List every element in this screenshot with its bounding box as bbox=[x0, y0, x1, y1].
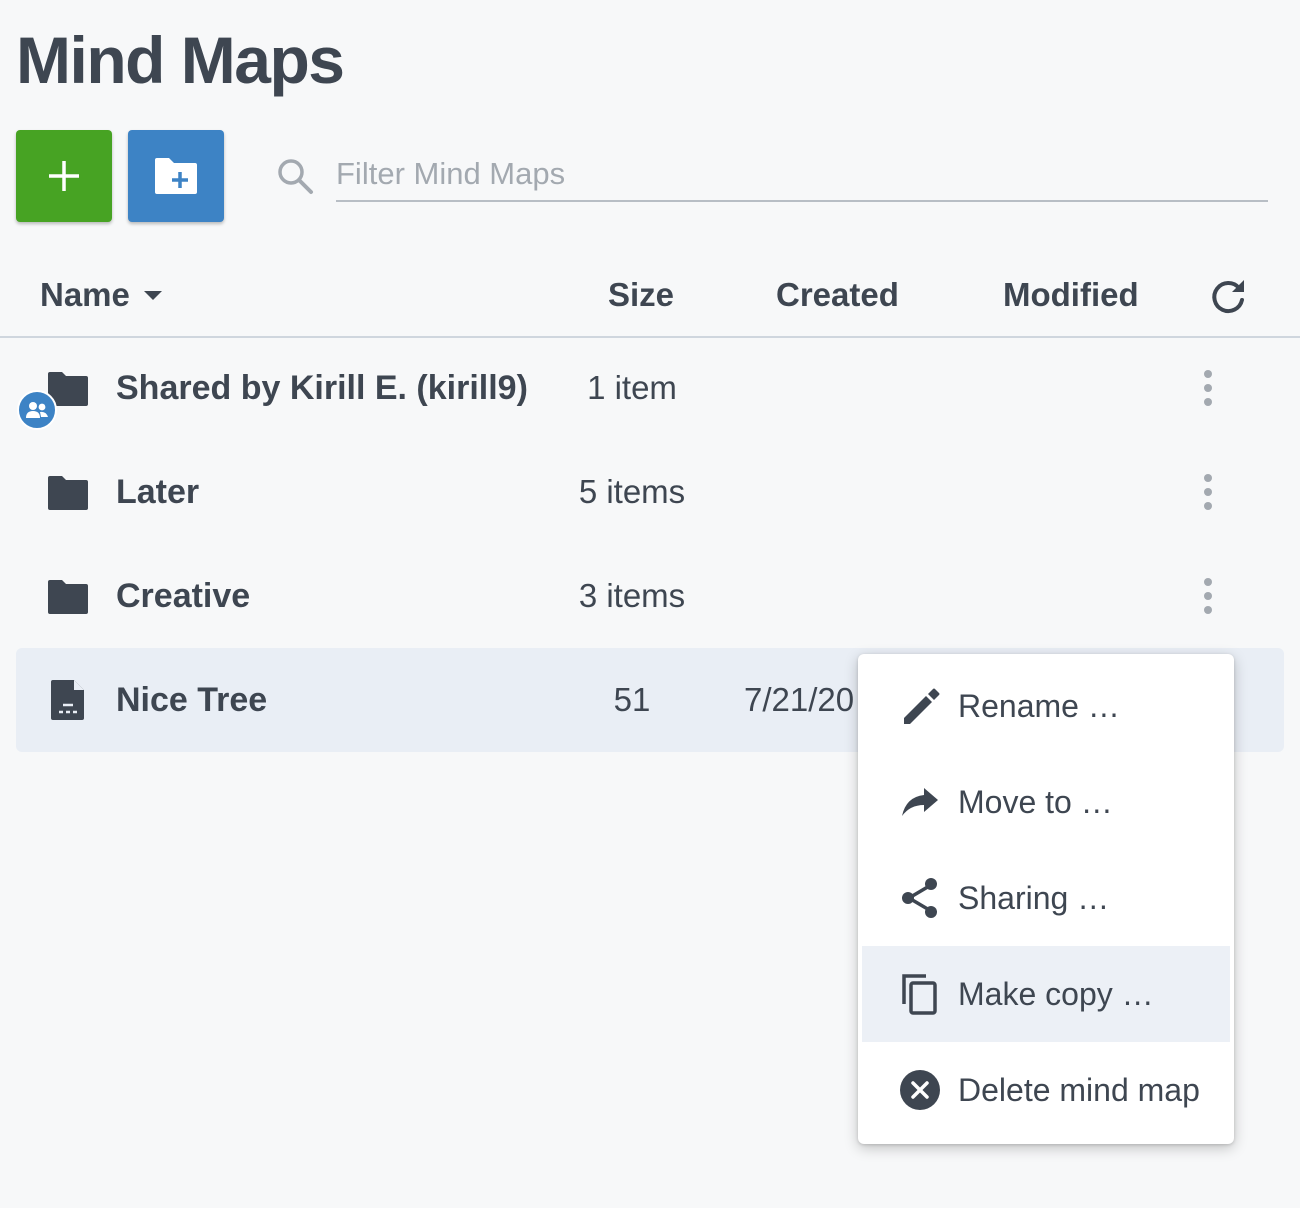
new-mind-map-button[interactable] bbox=[16, 130, 112, 222]
row-name: Nice Tree bbox=[116, 681, 268, 719]
row-menu-kebab-icon[interactable] bbox=[1194, 470, 1222, 514]
column-header-name[interactable]: Name bbox=[40, 276, 164, 314]
menu-item-label: Rename … bbox=[958, 688, 1120, 724]
menu-item-move-to[interactable]: Move to … bbox=[862, 754, 1230, 850]
row-name: Shared by Kirill E. (kirill9) bbox=[116, 369, 528, 407]
table-row[interactable]: Creative 3 items bbox=[16, 546, 1284, 646]
filter-search-input[interactable] bbox=[336, 148, 1268, 202]
page-title: Mind Maps bbox=[16, 23, 345, 97]
column-header-modified[interactable]: Modified bbox=[1003, 276, 1139, 314]
menu-item-make-copy[interactable]: Make copy … bbox=[862, 946, 1230, 1042]
shared-users-badge-icon bbox=[17, 390, 57, 430]
folder-icon bbox=[48, 476, 88, 510]
row-size: 1 item bbox=[587, 369, 677, 406]
table-row[interactable]: Shared by Kirill E. (kirill9) 1 item bbox=[16, 338, 1284, 438]
search-icon bbox=[278, 159, 313, 194]
column-header-created[interactable]: Created bbox=[776, 276, 899, 314]
menu-item-label: Move to … bbox=[958, 784, 1113, 820]
forward-arrow-icon bbox=[902, 788, 938, 816]
menu-item-label: Sharing … bbox=[958, 880, 1110, 916]
new-folder-button[interactable] bbox=[128, 130, 224, 222]
menu-item-rename[interactable]: Rename … bbox=[862, 658, 1230, 754]
row-name: Later bbox=[116, 473, 200, 511]
row-name: Creative bbox=[116, 577, 251, 615]
row-created: 7/21/20 bbox=[744, 681, 855, 718]
sort-caret-down-icon bbox=[143, 291, 162, 300]
row-size: 51 bbox=[613, 681, 651, 718]
plus-icon bbox=[49, 161, 79, 191]
menu-item-label: Delete mind map bbox=[958, 1072, 1200, 1108]
row-size: 5 items bbox=[578, 473, 686, 510]
folder-plus-icon bbox=[155, 158, 197, 194]
row-size: 3 items bbox=[578, 577, 686, 614]
column-header-name-label: Name bbox=[40, 276, 130, 313]
row-menu-kebab-icon[interactable] bbox=[1194, 366, 1222, 410]
delete-circle-icon bbox=[900, 1070, 940, 1110]
table-header: Name Size Created Modified bbox=[0, 260, 1300, 338]
share-icon bbox=[902, 878, 937, 918]
column-header-size[interactable]: Size bbox=[608, 276, 674, 314]
pencil-icon bbox=[904, 688, 940, 724]
menu-item-label: Make copy … bbox=[958, 976, 1154, 1012]
refresh-icon[interactable] bbox=[1206, 276, 1250, 320]
menu-item-delete-mind-map[interactable]: Delete mind map bbox=[862, 1042, 1230, 1138]
menu-item-sharing[interactable]: Sharing … bbox=[862, 850, 1230, 946]
table-row[interactable]: Later 5 items bbox=[16, 442, 1284, 542]
context-menu: Rename … Move to … Sharing … Make copy …… bbox=[858, 654, 1234, 1144]
row-menu-kebab-icon[interactable] bbox=[1194, 574, 1222, 618]
folder-icon bbox=[48, 580, 88, 614]
mind-map-document-icon bbox=[51, 680, 84, 720]
copy-icon bbox=[902, 974, 937, 1015]
